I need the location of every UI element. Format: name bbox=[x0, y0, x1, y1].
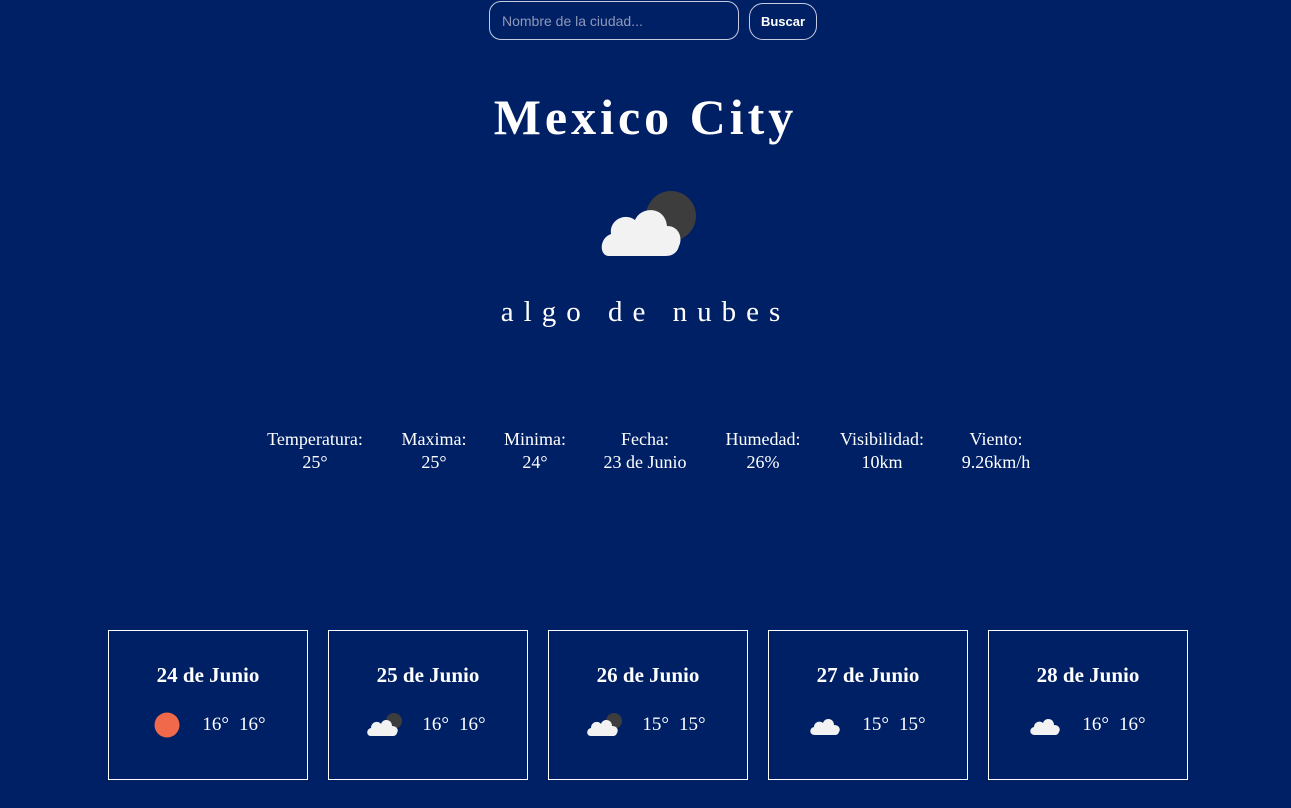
city-search-input[interactable] bbox=[489, 1, 739, 40]
weather-description: algo de nubes bbox=[500, 296, 791, 328]
forecast-date: 27 de Junio bbox=[816, 663, 920, 687]
forecast-temp-min: 16° bbox=[1119, 714, 1146, 735]
forecast-temp-max: 16° bbox=[1082, 714, 1109, 735]
stat-visibilidad: Visibilidad: 10km bbox=[834, 428, 930, 474]
stat-label: Temperatura: bbox=[267, 429, 363, 449]
stat-label: Visibilidad: bbox=[840, 429, 924, 449]
forecast-temp-max: 15° bbox=[642, 714, 669, 735]
forecast-date: 25 de Junio bbox=[376, 663, 480, 687]
stat-temperatura: Temperatura: 25° bbox=[262, 428, 368, 474]
forecast-row: 15° 15° bbox=[549, 711, 747, 739]
forecast-temp-min: 15° bbox=[679, 714, 706, 735]
stat-maxima: Maxima: 25° bbox=[397, 428, 471, 474]
forecast-temp-max: 16° bbox=[422, 714, 449, 735]
forecast-temp-min: 16° bbox=[239, 714, 266, 735]
forecast-date: 24 de Junio bbox=[156, 663, 260, 687]
stat-value: 9.26km/h bbox=[961, 452, 1031, 472]
forecast-card: 26 de Junio 15° 15° bbox=[548, 630, 748, 780]
forecast-temp-max: 15° bbox=[862, 714, 889, 735]
stat-fecha: Fecha: 23 de Junio bbox=[597, 428, 693, 474]
few-clouds-night-icon bbox=[601, 191, 696, 256]
forecast-card: 24 de Junio 16° 16° bbox=[108, 630, 308, 780]
stat-humedad: Humedad: 26% bbox=[720, 428, 806, 474]
few-clouds-night-icon bbox=[587, 713, 623, 736]
stat-label: Minima: bbox=[504, 429, 566, 449]
forecast-card: 25 de Junio 16° 16° bbox=[328, 630, 528, 780]
stat-value: 26% bbox=[746, 452, 780, 472]
cloud-icon bbox=[810, 719, 841, 735]
stat-label: Maxima: bbox=[401, 429, 467, 449]
few-clouds-night-icon bbox=[367, 713, 403, 736]
forecast-row: 15° 15° bbox=[769, 711, 967, 739]
stat-label: Viento: bbox=[969, 429, 1023, 449]
city-title: Mexico City bbox=[493, 89, 798, 145]
forecast-temp-min: 16° bbox=[459, 714, 486, 735]
stat-label: Fecha: bbox=[621, 429, 669, 449]
stat-value: 25° bbox=[421, 452, 447, 472]
stat-value: 24° bbox=[522, 452, 548, 472]
clear-sun-icon bbox=[154, 712, 180, 738]
stat-value: 10km bbox=[861, 452, 903, 472]
forecast-card: 28 de Junio 16° 16° bbox=[988, 630, 1188, 780]
forecast-row: 16° 16° bbox=[109, 711, 307, 739]
search-bar: Buscar bbox=[489, 1, 817, 40]
stat-label: Humedad: bbox=[725, 429, 801, 449]
forecast-card: 27 de Junio 15° 15° bbox=[768, 630, 968, 780]
forecast-row: 16° 16° bbox=[989, 711, 1187, 739]
stat-value: 23 de Junio bbox=[603, 452, 687, 472]
forecast-temp-max: 16° bbox=[202, 714, 229, 735]
stat-value: 25° bbox=[302, 452, 328, 472]
stat-minima: Minima: 24° bbox=[499, 428, 571, 474]
stat-viento: Viento: 9.26km/h bbox=[955, 428, 1037, 474]
cloud-icon bbox=[1030, 719, 1061, 735]
forecast-date: 26 de Junio bbox=[596, 663, 700, 687]
forecast-date: 28 de Junio bbox=[1036, 663, 1140, 687]
search-button[interactable]: Buscar bbox=[749, 3, 817, 40]
forecast-row: 16° 16° bbox=[329, 711, 527, 739]
forecast-temp-min: 15° bbox=[899, 714, 926, 735]
